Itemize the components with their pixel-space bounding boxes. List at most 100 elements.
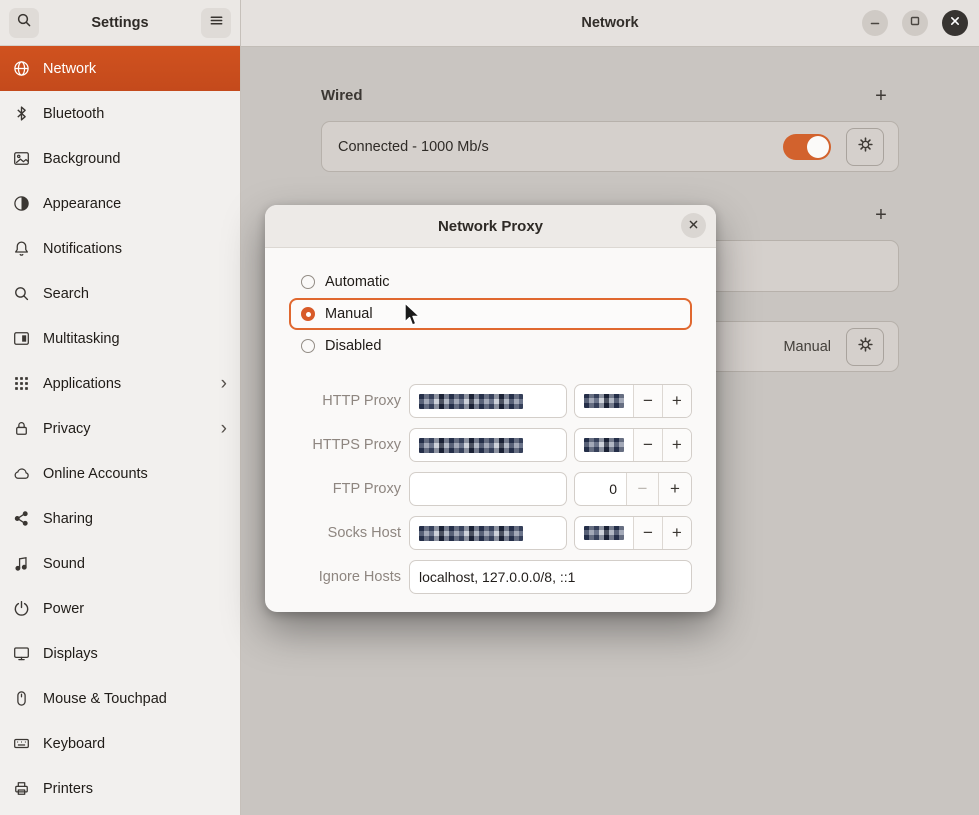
add-wired-connection-button[interactable]: + [870, 85, 892, 107]
page-title: Network [581, 15, 638, 31]
share-nodes-icon [13, 510, 30, 527]
sidebar-item-label: Online Accounts [43, 466, 148, 482]
radio-unchecked-icon [301, 275, 315, 289]
sidebar-item-keyboard[interactable]: Keyboard [0, 721, 240, 766]
power-icon [13, 600, 30, 617]
proxy-mode-manual[interactable]: Manual [289, 298, 692, 330]
close-icon [688, 217, 699, 235]
sidebar-item-label: Notifications [43, 241, 122, 257]
ftp-port-spinner: 0 − + [574, 472, 692, 506]
redacted-value [584, 438, 624, 452]
https-port-spinner: − + [574, 428, 692, 462]
search-button[interactable] [9, 8, 39, 38]
port-value[interactable] [575, 517, 634, 549]
mouse-icon [13, 690, 30, 707]
sidebar-item-applications[interactable]: Applications › [0, 361, 240, 406]
maximize-icon [909, 14, 921, 32]
bell-icon [13, 240, 30, 257]
ignore-hosts-input[interactable]: localhost, 127.0.0.0/8, ::1 [409, 560, 692, 594]
ignore-hosts-value: localhost, 127.0.0.0/8, ::1 [419, 569, 575, 585]
close-button[interactable] [942, 10, 968, 36]
socks-host-input[interactable] [409, 516, 567, 550]
sidebar-item-label: Applications [43, 376, 121, 392]
sidebar-item-label: Displays [43, 646, 98, 662]
main-menu-button[interactable] [201, 8, 231, 38]
close-icon [949, 14, 961, 32]
proxy-mode-disabled[interactable]: Disabled [289, 330, 692, 362]
sidebar-item-label: Privacy [43, 421, 91, 437]
sidebar-item-multitasking[interactable]: Multitasking [0, 316, 240, 361]
field-label: Ignore Hosts [289, 569, 401, 585]
monitor-icon [13, 645, 30, 662]
cloud-icon [13, 465, 30, 482]
network-proxy-dialog: Network Proxy Automatic Manual Disabled … [265, 205, 716, 612]
spin-plus-button[interactable]: + [663, 517, 691, 549]
sidebar-item-online-accounts[interactable]: Online Accounts [0, 451, 240, 496]
field-label: FTP Proxy [289, 481, 401, 497]
mode-label: Disabled [325, 338, 381, 354]
spin-minus-button[interactable]: − [634, 429, 662, 461]
field-label: Socks Host [289, 525, 401, 541]
minimize-button[interactable] [862, 10, 888, 36]
port-value[interactable] [575, 385, 634, 417]
spin-minus-button[interactable]: − [627, 473, 659, 505]
sidebar: Settings Network Bluetooth Background [0, 0, 241, 815]
spin-minus-button[interactable]: − [634, 385, 662, 417]
lock-icon [13, 420, 30, 437]
sidebar-item-sound[interactable]: Sound [0, 541, 240, 586]
maximize-button[interactable] [902, 10, 928, 36]
spin-plus-button[interactable]: + [663, 429, 691, 461]
port-value[interactable]: 0 [575, 473, 627, 505]
redacted-value [419, 438, 523, 453]
wired-toggle-switch[interactable] [783, 134, 831, 160]
search-icon [13, 285, 30, 302]
sidebar-item-network[interactable]: Network [0, 46, 240, 91]
proxy-mode-automatic[interactable]: Automatic [289, 266, 692, 298]
sidebar-item-bluetooth[interactable]: Bluetooth [0, 91, 240, 136]
mode-label: Manual [325, 306, 373, 322]
ignore-hosts-row: Ignore Hosts localhost, 127.0.0.0/8, ::1 [289, 560, 692, 594]
sidebar-item-printers[interactable]: Printers [0, 766, 240, 811]
wired-row-controls [783, 128, 898, 166]
toggle-knob [807, 136, 829, 158]
sidebar-header: Settings [0, 0, 240, 46]
background-photo-icon [13, 150, 30, 167]
proxy-settings-button[interactable] [846, 328, 884, 366]
http-proxy-input[interactable] [409, 384, 567, 418]
ftp-proxy-input[interactable] [409, 472, 567, 506]
sidebar-item-label: Background [43, 151, 120, 167]
app-grid-icon [13, 375, 30, 392]
proxy-row-controls: Manual [783, 328, 898, 366]
socks-host-row: Socks Host − + [289, 516, 692, 550]
main-headerbar: Network [241, 0, 979, 47]
spin-plus-button[interactable]: + [659, 473, 691, 505]
spin-minus-button[interactable]: − [634, 517, 662, 549]
add-vpn-button[interactable]: + [870, 204, 892, 226]
sidebar-item-appearance[interactable]: Appearance [0, 181, 240, 226]
sidebar-item-label: Network [43, 61, 96, 77]
sidebar-item-mouse-touchpad[interactable]: Mouse & Touchpad [0, 676, 240, 721]
sidebar-item-label: Sharing [43, 511, 93, 527]
sidebar-item-search[interactable]: Search [0, 271, 240, 316]
spin-plus-button[interactable]: + [663, 385, 691, 417]
port-value[interactable] [575, 429, 634, 461]
window-controls [862, 0, 968, 46]
sidebar-item-sharing[interactable]: Sharing [0, 496, 240, 541]
dialog-close-button[interactable] [681, 213, 706, 238]
sidebar-item-power[interactable]: Power [0, 586, 240, 631]
sidebar-item-notifications[interactable]: Notifications [0, 226, 240, 271]
dialog-header: Network Proxy [265, 205, 716, 248]
mode-label: Automatic [325, 274, 389, 290]
bluetooth-icon [13, 105, 30, 122]
proxy-form: HTTP Proxy − + HTTPS Proxy − + [289, 384, 692, 594]
sidebar-item-background[interactable]: Background [0, 136, 240, 181]
wired-settings-button[interactable] [846, 128, 884, 166]
wired-connection-row: Connected - 1000 Mb/s [321, 121, 899, 172]
redacted-value [419, 394, 523, 409]
field-label: HTTP Proxy [289, 393, 401, 409]
sidebar-item-privacy[interactable]: Privacy › [0, 406, 240, 451]
sidebar-item-displays[interactable]: Displays [0, 631, 240, 676]
radio-checked-icon [301, 307, 315, 321]
https-proxy-input[interactable] [409, 428, 567, 462]
http-proxy-row: HTTP Proxy − + [289, 384, 692, 418]
